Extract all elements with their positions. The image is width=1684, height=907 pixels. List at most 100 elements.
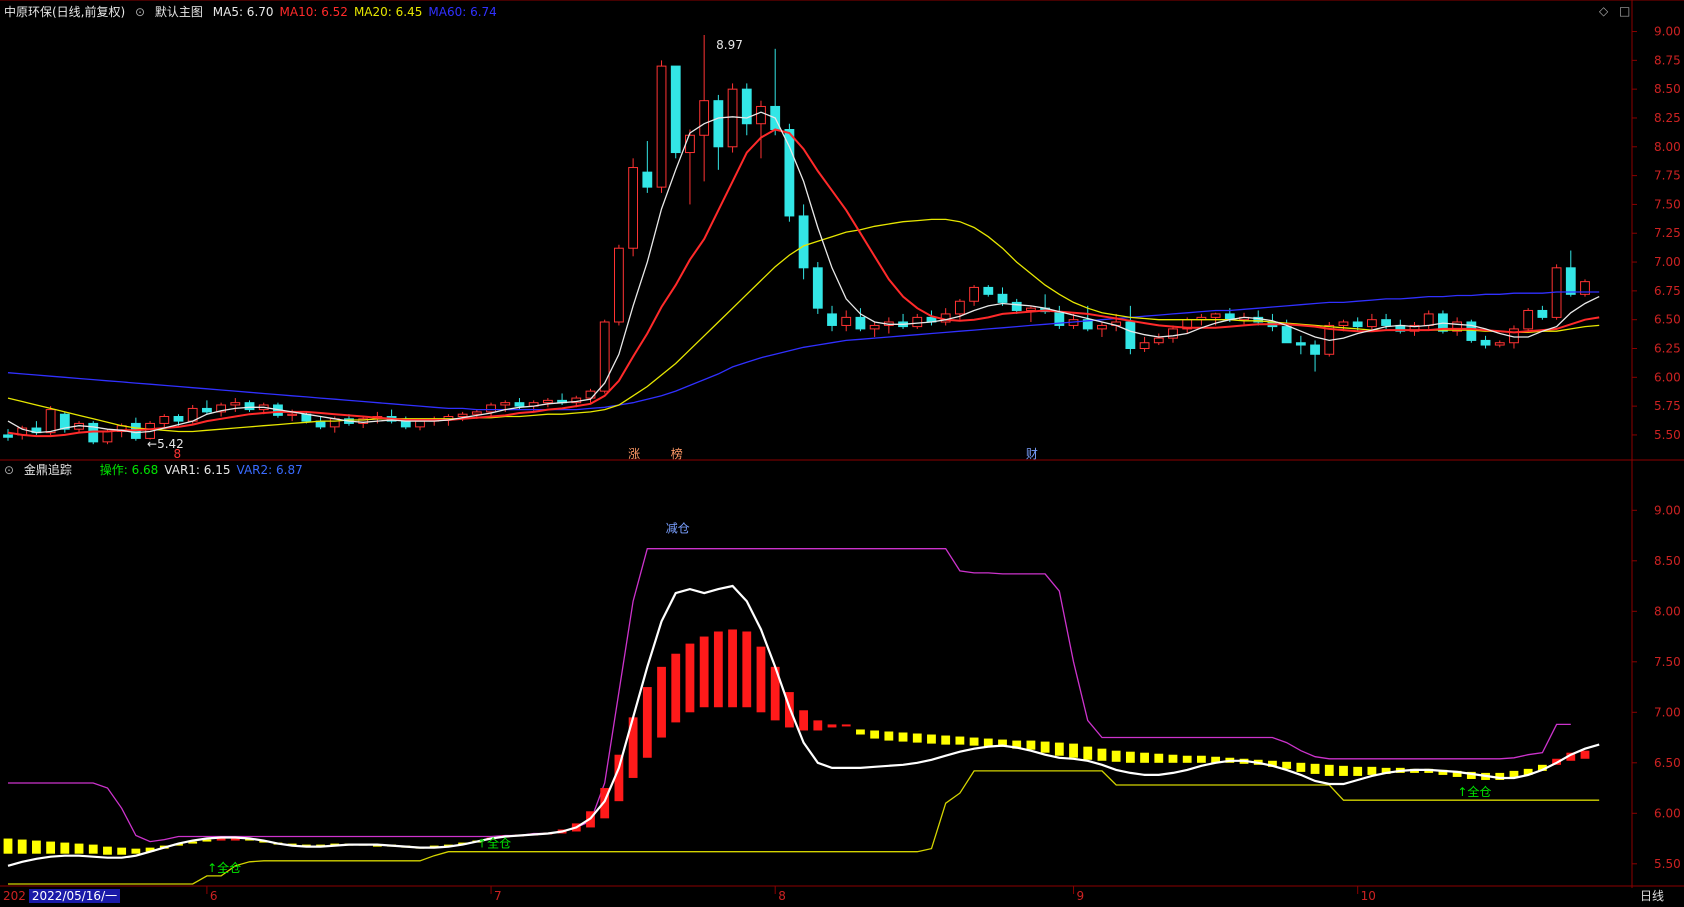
indicator-bar [813, 720, 823, 731]
indicator-legend-item-1: VAR1: 6.15 [164, 463, 231, 477]
candle [855, 316, 866, 330]
price-axis-tick-label: 7.00 [1654, 255, 1681, 269]
ma10-line [7, 128, 1600, 438]
candle [1011, 301, 1022, 311]
indicator-bar [32, 840, 41, 854]
candle [599, 321, 610, 392]
candle [230, 402, 241, 406]
candle [1565, 267, 1576, 295]
ma-legend-item-2: MA20: 6.45 [353, 5, 423, 19]
indicator-bar [898, 732, 908, 742]
diamond-icon[interactable]: ◇ [1599, 4, 1608, 18]
collapse-icon[interactable]: ⊙ [135, 5, 145, 19]
full-position-label: ↑全仓 [477, 836, 511, 851]
candle [500, 402, 511, 406]
lower-band-line [8, 770, 1600, 885]
indicator-bar [1324, 764, 1334, 776]
indicator-legend: 操作: 6.68 VAR1: 6.15 VAR2: 6.87 [100, 463, 309, 477]
indicator-bar [60, 842, 70, 854]
candle [201, 407, 212, 413]
main-chart-header: 中原环保(日线,前复权) ⊙ 默认主图 MA5: 6.70 MA10: 6.52 M… [4, 4, 509, 20]
candle [699, 100, 710, 136]
candle [3, 434, 13, 438]
candle [173, 416, 184, 422]
candle [1210, 313, 1221, 318]
main-chart-label[interactable]: 默认主图 [155, 5, 203, 19]
month-label: 7 [494, 889, 502, 903]
price-axis-tick-label: 8.25 [1654, 111, 1681, 125]
candle [1168, 328, 1178, 339]
candle [1352, 321, 1363, 328]
candle [642, 171, 653, 188]
price-axis-tick-label: 6.50 [1654, 313, 1681, 327]
candle [1366, 319, 1377, 328]
month-label: 8 [778, 889, 786, 903]
chart-window: 9.00 8.75 8.50 8.25 8.00 7.75 7.50 7.25 7.00 6.75… [0, 0, 1684, 904]
candle [798, 215, 809, 269]
price-axis-tick-label: 7.25 [1654, 226, 1681, 240]
candle [1153, 337, 1164, 344]
indicator-bar [1026, 740, 1036, 750]
candle [997, 293, 1008, 303]
candle [1494, 342, 1505, 346]
candle [457, 413, 468, 418]
price-axis-tick-label: 5.50 [1654, 428, 1681, 442]
indicator-bar [827, 724, 837, 728]
candle [400, 420, 411, 428]
stock-title: 中原环保(日线,前复权) [4, 5, 126, 19]
indicator-legend-item-0: 操作: 6.68 [99, 463, 159, 477]
chart-canvas[interactable]: 9.00 8.75 8.50 8.25 8.00 7.75 7.50 7.25 7.00 6.75… [0, 0, 1684, 904]
indicator-legend-item-2: VAR2: 6.87 [236, 463, 303, 477]
candle [244, 402, 255, 411]
indicator-bar [912, 733, 922, 743]
candle [1097, 324, 1107, 330]
square-icon[interactable]: □ [1619, 4, 1630, 18]
reduce-position-label: 减仓 [666, 522, 690, 536]
ma-legend-item-3: MA60: 6.74 [428, 5, 497, 19]
price-axis-tick-label: 8.00 [1654, 140, 1681, 154]
candle [471, 411, 482, 415]
cursor-date: 2022/05/16/一 [28, 889, 121, 903]
indicator-bar [131, 848, 141, 854]
indicator-bar [230, 838, 240, 841]
month-label: 6 [210, 889, 218, 903]
indicator-bar [699, 636, 709, 708]
indicator-bar [941, 735, 951, 745]
candle [1281, 326, 1292, 344]
indicator-bar [1367, 766, 1377, 775]
full-position-label: ↑全仓 [1457, 784, 1491, 799]
indicator-bar [88, 844, 98, 854]
indicator-bar [216, 838, 226, 841]
indicator-bar [1054, 742, 1064, 756]
candle [869, 324, 880, 330]
candle [1295, 342, 1306, 346]
indicator-bar [1353, 766, 1363, 776]
indicator-bar [1168, 754, 1178, 763]
candle [827, 313, 837, 326]
collapse-icon[interactable]: ⊙ [4, 463, 14, 477]
indicator-bar [884, 731, 894, 741]
indicator-bar [103, 846, 112, 855]
candle [756, 105, 766, 125]
candle [784, 129, 795, 217]
candle [159, 416, 170, 424]
candle [628, 167, 639, 249]
candle [1480, 339, 1491, 346]
indicator-bar [117, 847, 127, 855]
indicator-bar [657, 666, 666, 738]
event-label: 涨 [628, 446, 640, 461]
indicator-bar [46, 841, 56, 854]
indicator-bar [1097, 748, 1107, 761]
event-label: 财 [1026, 447, 1038, 461]
indicator-bar [1083, 746, 1093, 760]
indicator-bar [955, 736, 965, 745]
indicator-axis-tick-label: 8.50 [1654, 554, 1681, 568]
price-axis-tick-label: 6.75 [1654, 284, 1681, 298]
ma-legend: MA5: 6.70 MA10: 6.52 MA20: 6.45 MA60: 6.74 [213, 5, 503, 19]
period-label[interactable]: 日线 [1640, 888, 1664, 904]
indicator-bar [799, 710, 809, 731]
candle [912, 316, 923, 328]
indicator-axis-tick-label: 8.00 [1654, 604, 1681, 618]
indicator-title[interactable]: 金鼎追踪 [24, 463, 72, 477]
indicator-bar [1339, 765, 1348, 776]
